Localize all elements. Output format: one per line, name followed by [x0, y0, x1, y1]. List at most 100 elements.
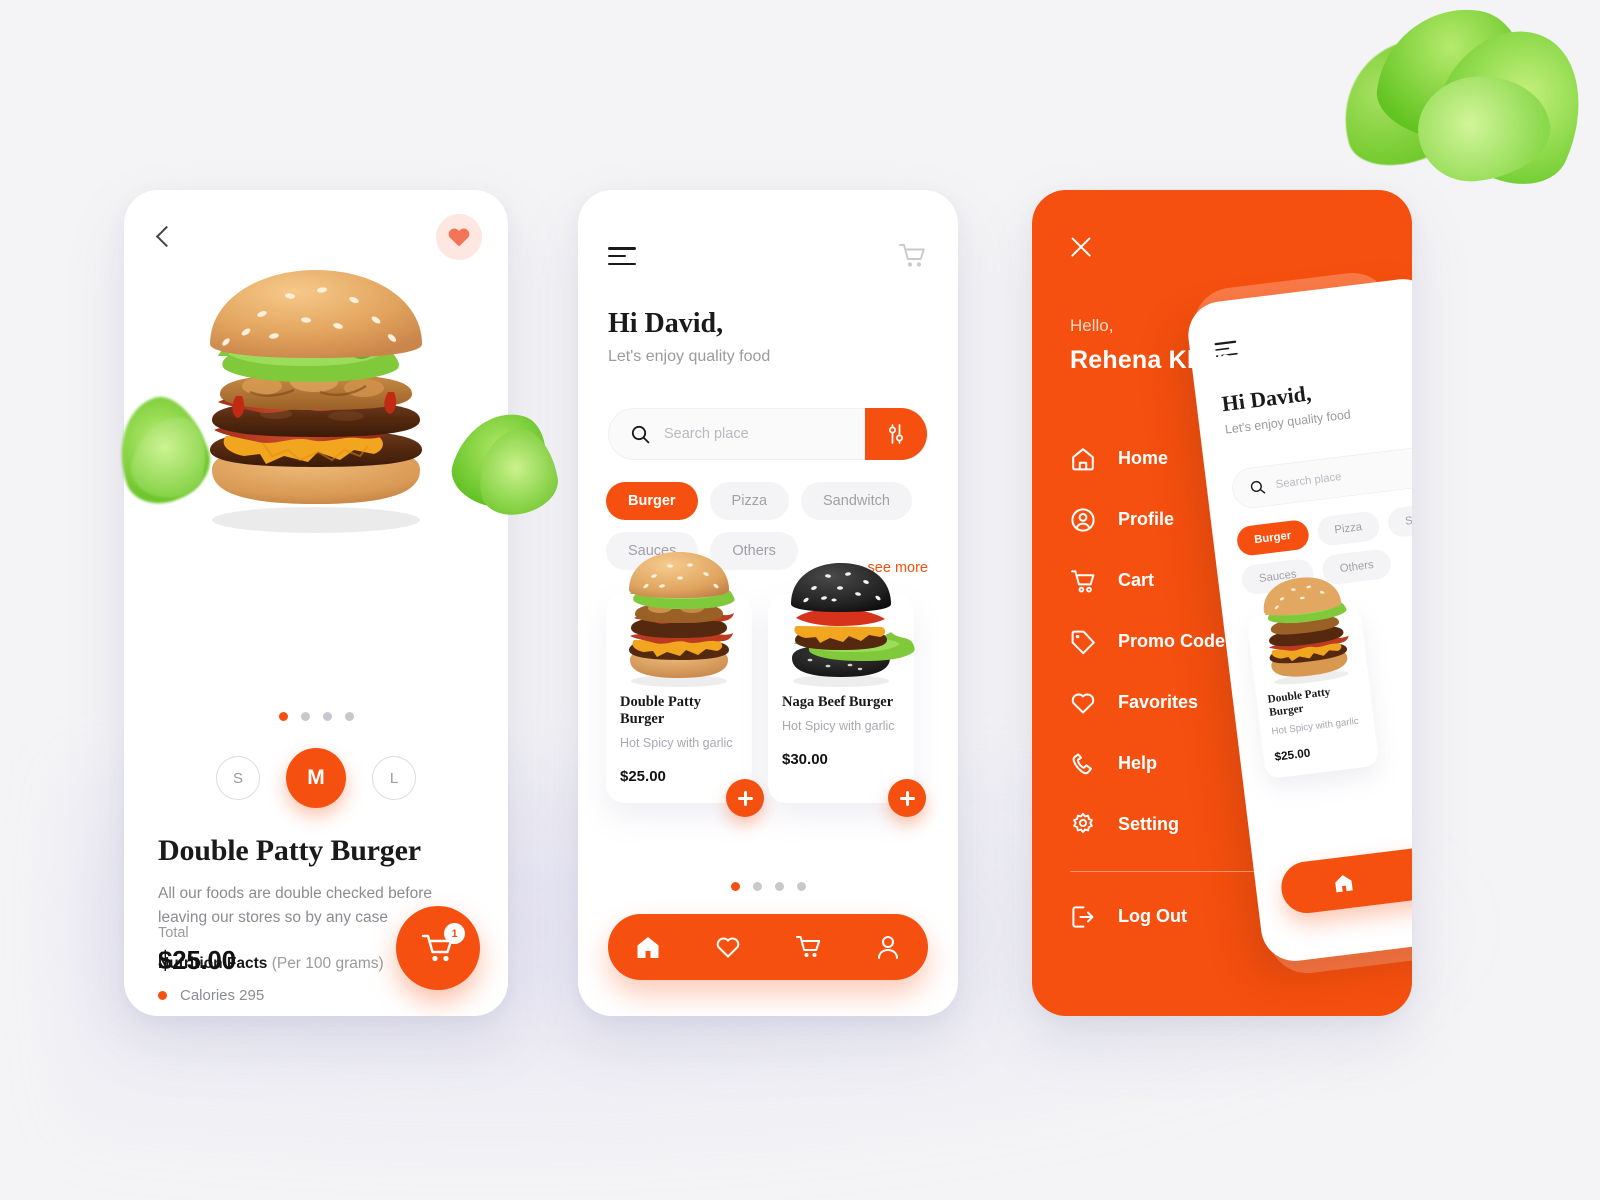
drawer-item-home[interactable]: Home: [1070, 428, 1280, 489]
greeting-subtitle: Let's enjoy quality food: [608, 348, 771, 365]
product-image-carousel[interactable]: [124, 244, 508, 624]
carousel-dot[interactable]: [796, 882, 806, 891]
bullet-icon: [158, 990, 167, 1000]
nutrition-item-calories: Calories 295: [158, 987, 474, 1004]
nav-item-profile[interactable]: [865, 924, 911, 970]
search-icon: [631, 425, 650, 443]
nav-item-favorites[interactable]: [705, 924, 751, 970]
burger-thumbnail-classic: [629, 552, 735, 687]
add-product-button[interactable]: [726, 779, 764, 817]
size-option-l[interactable]: L: [372, 756, 416, 800]
drawer-hello-label: Hello,: [1070, 316, 1114, 335]
product-card[interactable]: Naga Beef Burger Hot Spicy with garlic $…: [768, 563, 926, 817]
menu-icon[interactable]: [608, 245, 638, 267]
logout-icon: [1072, 905, 1094, 928]
lettuce-decoration-top-right: [1322, 0, 1600, 203]
close-icon[interactable]: [1068, 234, 1094, 260]
product-description: All our foods are double checked before …: [158, 885, 433, 927]
nutrition-item-label: Calories 295: [180, 986, 265, 1004]
home-carousel-dots[interactable]: [578, 882, 958, 891]
total-value: $25.00: [158, 945, 236, 975]
category-chip-sandwitch[interactable]: Sandwitch: [1386, 498, 1412, 539]
product-card[interactable]: Double Patty Burger Hot Spicy with garli…: [606, 552, 764, 817]
drawer-item-label: Promo Code: [1118, 631, 1226, 651]
home-top-bar: [608, 242, 928, 270]
size-option-m[interactable]: M: [286, 748, 346, 808]
drawer-item-setting[interactable]: Setting: [1070, 794, 1280, 855]
nav-item-home[interactable]: [625, 924, 671, 970]
product-card-list: Double Patty Burger Hot Spicy with garli…: [606, 552, 946, 817]
drawer-menu-list: Home Profile Cart Promo Code Favorites H…: [1070, 428, 1280, 947]
peek-bottom-navigation: [1278, 834, 1412, 916]
carousel-dot[interactable]: [774, 882, 784, 891]
cart-icon: [795, 936, 820, 957]
carousel-dot[interactable]: [278, 712, 288, 721]
home-screen: Hi David, Let's enjoy quality food Burge…: [578, 190, 958, 1016]
search-bar: [608, 408, 928, 460]
drawer-item-label: Log Out: [1118, 906, 1187, 926]
product-subtitle: Hot Spicy with garlic: [782, 719, 895, 733]
favorite-button[interactable]: [436, 214, 482, 260]
phone-icon: [1072, 752, 1092, 774]
cart-icon: [1071, 569, 1095, 592]
person-icon: [878, 936, 898, 959]
detail-carousel-dots[interactable]: [124, 712, 508, 721]
burger-thumbnail-black: [791, 563, 915, 687]
heart-icon: [1071, 692, 1095, 714]
product-detail-screen: S M L Double Patty Burger All our foods …: [104, 190, 563, 1016]
add-product-button[interactable]: [888, 779, 926, 817]
product-name: Double Patty Burger: [620, 694, 701, 727]
back-icon[interactable]: [152, 226, 174, 248]
drawer-item-label: Favorites: [1118, 692, 1199, 712]
gear-icon: [1073, 812, 1093, 833]
nav-item-home[interactable]: [1324, 863, 1364, 903]
drawer-item-favorites[interactable]: Favorites: [1070, 672, 1280, 733]
drawer-item-label: Setting: [1118, 814, 1179, 834]
product-title: Double Patty Burger: [158, 834, 421, 867]
drawer-item-promo-code[interactable]: Promo Code: [1070, 611, 1280, 672]
carousel-dot[interactable]: [322, 712, 332, 721]
carousel-dot[interactable]: [730, 882, 740, 891]
add-to-cart-button[interactable]: 1: [396, 906, 480, 990]
filter-button[interactable]: [865, 408, 927, 460]
product-price: $25.00: [1273, 746, 1312, 764]
drawer-item-help[interactable]: Help: [1070, 733, 1280, 794]
detail-clip: S M L Double Patty Burger All our foods …: [124, 190, 508, 1016]
greeting-block: Hi David, Let's enjoy quality food: [608, 308, 770, 366]
drawer-item-profile[interactable]: Profile: [1070, 489, 1280, 550]
carousel-dot[interactable]: [300, 712, 310, 721]
home-icon: [1072, 447, 1094, 470]
carousel-dot[interactable]: [752, 882, 762, 891]
category-chip-sandwitch[interactable]: Sandwitch: [801, 482, 912, 520]
size-option-s[interactable]: S: [216, 756, 260, 800]
carousel-dot[interactable]: [344, 712, 354, 721]
category-chip-pizza[interactable]: Pizza: [709, 482, 790, 520]
nav-item-cart[interactable]: [785, 924, 831, 970]
greeting-title: Hi David,: [608, 308, 724, 339]
size-selector[interactable]: S M L: [124, 748, 508, 808]
cart-count-badge: 1: [444, 923, 465, 944]
drawer-item-label: Help: [1118, 753, 1158, 773]
filter-sliders-icon: [889, 424, 903, 444]
product-subtitle: Hot Spicy with garlic: [620, 736, 733, 750]
drawer-item-label: Home: [1118, 448, 1169, 468]
nutrition-qualifier: (Per 100 grams): [271, 954, 384, 972]
burger-hero-image: [210, 270, 422, 533]
peek-top-bar: [1214, 311, 1412, 358]
drawer-item-cart[interactable]: Cart: [1070, 550, 1280, 611]
search-input[interactable]: [1275, 453, 1412, 492]
bottom-navigation: [608, 914, 928, 980]
search-input[interactable]: [664, 426, 865, 442]
drawer-greeting: Hello, Rehena Khan: [1070, 316, 1232, 375]
side-drawer-screen: Hello, Rehena Khan Home Profile Cart Pro…: [1032, 190, 1412, 1016]
cart-icon[interactable]: [898, 242, 928, 270]
product-card-body: Naga Beef Burger Hot Spicy with garlic $…: [768, 686, 914, 786]
tag-icon: [1071, 630, 1095, 654]
drawer-item-logout[interactable]: Log Out: [1070, 886, 1280, 947]
category-chip-pizza[interactable]: Pizza: [1315, 510, 1381, 548]
product-price: $30.00: [782, 751, 828, 768]
total-label: Total: [158, 925, 189, 941]
total-block: Total $25.00: [158, 925, 236, 976]
category-chip-burger[interactable]: Burger: [606, 482, 698, 520]
product-subtitle: Hot Spicy with garlic: [1270, 715, 1360, 737]
